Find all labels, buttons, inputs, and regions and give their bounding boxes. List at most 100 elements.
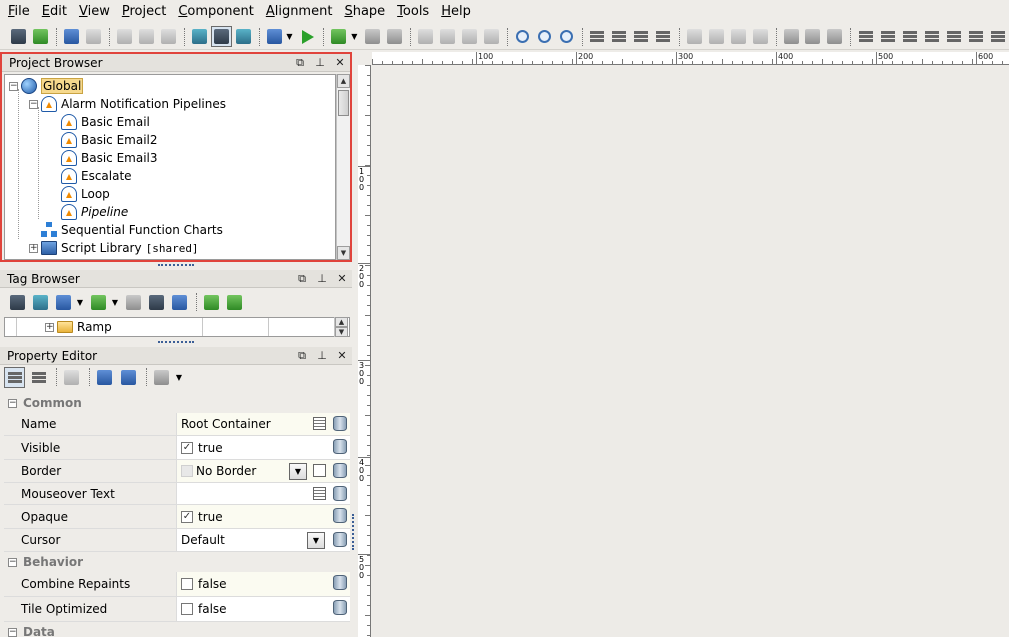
project-tree[interactable]: − Global − Alarm Notification Pipelines Basi… bbox=[4, 74, 336, 260]
float-icon[interactable]: ⧉ bbox=[292, 349, 312, 363]
pin-icon[interactable]: ⊥ bbox=[310, 56, 330, 69]
property-row[interactable]: Border No Border ▼ bbox=[4, 460, 350, 483]
property-category[interactable]: − Behavior bbox=[4, 552, 350, 572]
move-forward-icon[interactable] bbox=[587, 26, 608, 47]
property-value-cell[interactable]: ✓ true bbox=[176, 436, 350, 459]
scroll-down-icon[interactable]: ▼ bbox=[335, 327, 348, 337]
property-filter-icon[interactable] bbox=[151, 367, 172, 388]
dropdown-arrow-icon[interactable]: ▼ bbox=[289, 463, 307, 480]
binding-icon[interactable] bbox=[333, 600, 347, 615]
align-center-horizontal-icon[interactable] bbox=[943, 26, 964, 47]
intersection-icon[interactable] bbox=[824, 26, 845, 47]
lock-screen-icon[interactable] bbox=[384, 26, 405, 47]
add-tag-dropdown-arrow-icon[interactable]: ▼ bbox=[111, 292, 119, 313]
property-value[interactable]: true bbox=[198, 510, 223, 524]
property-value-cell[interactable]: false bbox=[176, 572, 350, 596]
snap-grid-icon[interactable] bbox=[459, 26, 480, 47]
property-value-cell[interactable]: No Border ▼ bbox=[176, 460, 350, 482]
binding-icon[interactable] bbox=[333, 439, 347, 454]
window-icon[interactable] bbox=[264, 26, 285, 47]
menu-tools[interactable]: Tools bbox=[391, 0, 435, 24]
bring-to-front-icon[interactable] bbox=[415, 26, 436, 47]
pin-icon[interactable]: ⊥ bbox=[312, 272, 332, 285]
paste-icon[interactable] bbox=[158, 26, 179, 47]
union-icon[interactable] bbox=[781, 26, 802, 47]
zoom-in-icon[interactable] bbox=[512, 26, 533, 47]
property-row[interactable]: Mouseover Text bbox=[4, 483, 350, 505]
menu-edit[interactable]: Edit bbox=[36, 0, 73, 24]
float-icon[interactable]: ⧉ bbox=[290, 56, 310, 70]
splitter-tag-property[interactable] bbox=[0, 339, 352, 345]
collapse-all-icon[interactable] bbox=[118, 367, 139, 388]
menu-shape[interactable]: Shape bbox=[338, 0, 391, 24]
categorized-view-icon[interactable] bbox=[4, 366, 25, 388]
project-tree-scrollbar[interactable]: ▲ ▼ bbox=[336, 74, 350, 260]
redo-icon[interactable] bbox=[83, 26, 104, 47]
save-icon[interactable] bbox=[8, 26, 29, 47]
tag-provider-icon[interactable] bbox=[30, 292, 51, 313]
menu-view[interactable]: View bbox=[73, 0, 116, 24]
copy-icon[interactable] bbox=[136, 26, 157, 47]
move-to-back-icon[interactable] bbox=[653, 26, 674, 47]
property-value-cell[interactable]: ✓ true bbox=[176, 505, 350, 528]
float-icon[interactable]: ⧉ bbox=[292, 272, 312, 286]
tree-node[interactable]: − Global bbox=[9, 77, 84, 95]
tree-node[interactable]: + Script Library [shared] bbox=[29, 239, 199, 257]
property-row[interactable]: Visible ✓ true bbox=[4, 436, 350, 460]
window-dropdown-arrow-icon[interactable]: ▼ bbox=[285, 26, 293, 47]
property-value[interactable]: Default bbox=[181, 533, 225, 547]
close-icon[interactable]: ✕ bbox=[332, 349, 352, 362]
publish-dropdown-arrow-icon[interactable]: ▼ bbox=[350, 26, 358, 47]
align-bottom-icon[interactable] bbox=[921, 26, 942, 47]
binding-icon[interactable] bbox=[333, 575, 347, 590]
property-value[interactable]: false bbox=[198, 602, 227, 616]
opc-browser-icon[interactable] bbox=[146, 292, 167, 313]
skew-icon[interactable] bbox=[750, 26, 771, 47]
property-category[interactable]: − Data bbox=[4, 622, 350, 637]
menu-help[interactable]: Help bbox=[435, 0, 477, 24]
send-to-back-icon[interactable] bbox=[437, 26, 458, 47]
property-row[interactable]: Cursor Default ▼ bbox=[4, 529, 350, 552]
align-top-icon[interactable] bbox=[899, 26, 920, 47]
menu-project[interactable]: Project bbox=[116, 0, 173, 24]
property-checkbox[interactable]: ✓ bbox=[181, 441, 193, 454]
text-editor-icon[interactable] bbox=[313, 417, 326, 430]
tree-node[interactable]: Escalate bbox=[61, 167, 132, 185]
collapse-icon[interactable]: − bbox=[29, 99, 38, 109]
tree-node[interactable]: − Alarm Notification Pipelines bbox=[29, 95, 226, 113]
collapse-icon[interactable]: − bbox=[8, 557, 17, 567]
menu-component[interactable]: Component bbox=[172, 0, 259, 24]
update-project-icon[interactable] bbox=[30, 26, 51, 47]
close-icon[interactable]: ✕ bbox=[330, 56, 350, 69]
property-value-cell[interactable]: Default ▼ bbox=[176, 529, 350, 551]
distribute-icon[interactable] bbox=[987, 26, 1008, 47]
collapse-icon[interactable]: − bbox=[9, 81, 18, 91]
property-value-cell[interactable] bbox=[176, 483, 350, 504]
property-value[interactable]: true bbox=[198, 441, 223, 455]
flip-vertical-icon[interactable] bbox=[728, 26, 749, 47]
tree-node[interactable]: Basic Email bbox=[61, 113, 150, 131]
lock-icon[interactable] bbox=[362, 26, 383, 47]
move-to-front-icon[interactable] bbox=[631, 26, 652, 47]
rotate-icon[interactable] bbox=[684, 26, 705, 47]
difference-icon[interactable] bbox=[803, 26, 824, 47]
tag-table-scrollbar[interactable]: ▲ ▼ bbox=[334, 317, 348, 337]
binoculars-icon[interactable] bbox=[7, 292, 28, 313]
property-row[interactable]: Combine Repaints false bbox=[4, 572, 350, 597]
align-right-icon[interactable] bbox=[877, 26, 898, 47]
tree-node[interactable]: Loop bbox=[61, 185, 110, 203]
align-left-icon[interactable] bbox=[855, 26, 876, 47]
expand-all-icon[interactable] bbox=[94, 367, 115, 388]
zoom-actual-icon[interactable] bbox=[556, 26, 577, 47]
collapse-icon[interactable]: − bbox=[8, 627, 17, 637]
property-filter-dropdown-arrow-icon[interactable]: ▼ bbox=[175, 367, 183, 388]
expand-icon[interactable]: + bbox=[29, 243, 38, 253]
property-value[interactable]: No Border bbox=[196, 464, 256, 478]
tag-table[interactable]: + Ramp bbox=[4, 317, 350, 337]
menu-file[interactable]: File bbox=[2, 0, 36, 24]
binding-icon[interactable] bbox=[333, 463, 347, 478]
binding-icon[interactable] bbox=[333, 532, 347, 547]
collapse-icon[interactable]: − bbox=[8, 398, 17, 408]
snap-guides-icon[interactable] bbox=[481, 26, 502, 47]
tree-node[interactable]: Basic Email2 bbox=[61, 131, 158, 149]
